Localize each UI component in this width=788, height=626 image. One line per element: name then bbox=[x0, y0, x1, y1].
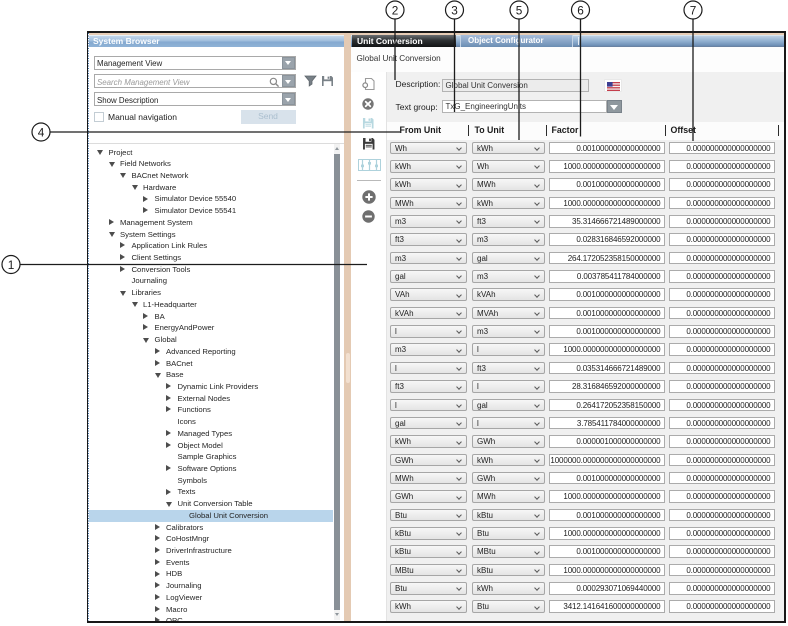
svg-text:6: 6 bbox=[577, 3, 584, 17]
svg-text:7: 7 bbox=[690, 3, 697, 17]
svg-text:1: 1 bbox=[8, 258, 15, 272]
svg-text:2: 2 bbox=[392, 3, 399, 17]
svg-text:5: 5 bbox=[516, 3, 523, 17]
svg-text:3: 3 bbox=[451, 3, 458, 17]
svg-text:4: 4 bbox=[38, 125, 45, 139]
